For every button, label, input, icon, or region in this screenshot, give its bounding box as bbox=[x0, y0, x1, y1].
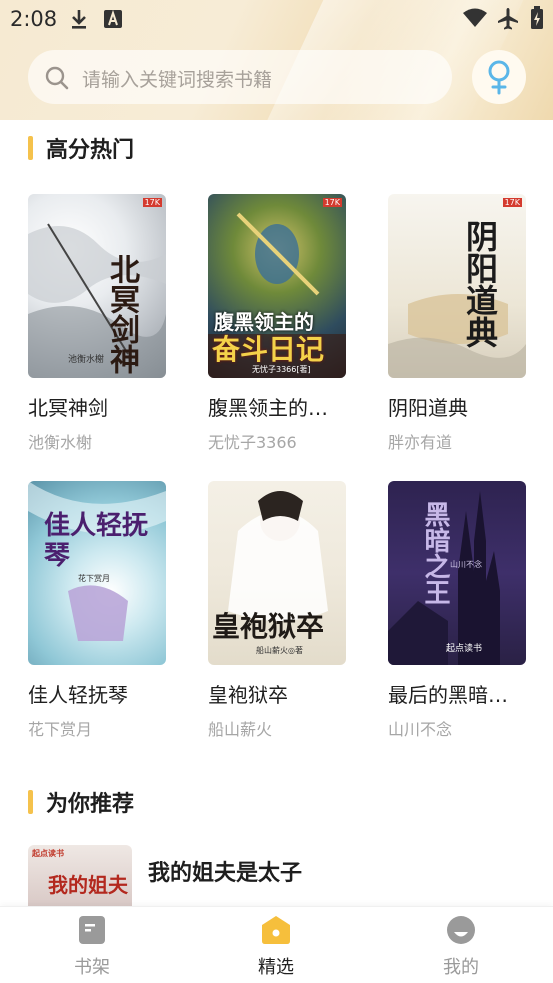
cover-title: 我的姐夫 bbox=[48, 873, 128, 897]
book-cover: 阴阳道典 17K bbox=[388, 194, 526, 378]
cover-title: 皇袍狱卒 bbox=[212, 610, 325, 643]
section-accent-bar bbox=[28, 136, 33, 160]
book-cover: 黑暗之王 山川不念 起点读书 bbox=[388, 481, 526, 665]
airplane-mode-icon bbox=[498, 8, 518, 30]
book-title: 北冥神剑 bbox=[28, 396, 108, 420]
book-title: 最后的黑暗… bbox=[388, 683, 508, 707]
nav-tab-bookshelf[interactable]: 书架 bbox=[32, 907, 152, 983]
search-placeholder: 请输入关键词搜索书籍 bbox=[82, 69, 273, 91]
cover-title: 阴阳道典 bbox=[461, 220, 499, 348]
book-author: 无忧子3366 bbox=[208, 433, 297, 452]
nav-tab-profile[interactable]: 我的 bbox=[401, 907, 521, 983]
cover-author: 山川不念 bbox=[450, 560, 482, 569]
book-author: 花下赏月 bbox=[28, 720, 93, 739]
female-icon bbox=[488, 60, 510, 95]
book-author: 池衡水榭 bbox=[28, 433, 93, 452]
cover-badge: 17K bbox=[322, 198, 342, 207]
book-cover: 皇袍狱卒 船山薪火◎著 bbox=[208, 481, 346, 665]
cover-title-bottom: 奋斗日记 bbox=[212, 333, 325, 366]
nav-label: 书架 bbox=[74, 957, 110, 978]
cover-author: 池衡水榭 bbox=[68, 355, 105, 365]
cover-brand: 起点读书 bbox=[32, 849, 64, 858]
status-time: 2:08 bbox=[10, 7, 58, 31]
cover-badge: 17K bbox=[142, 198, 162, 207]
section-accent-bar bbox=[28, 790, 33, 814]
book-title: 腹黑领主的… bbox=[208, 396, 328, 420]
status-bar: 2:08 bbox=[0, 0, 553, 38]
cover-author: 花下赏月 bbox=[78, 574, 110, 583]
cover-author: 船山薪火◎著 bbox=[256, 646, 303, 655]
book-cover: 佳人轻抚琴 花下赏月 bbox=[28, 481, 166, 665]
featured-icon bbox=[262, 916, 290, 944]
cover-badge: 17K bbox=[502, 198, 522, 207]
bottom-nav: 书架 精选 我的 bbox=[0, 906, 553, 983]
section-title-text: 为你推荐 bbox=[46, 792, 135, 817]
bookshelf-icon bbox=[79, 916, 105, 944]
cover-brand: 起点读书 bbox=[446, 644, 483, 654]
search-icon bbox=[45, 66, 69, 90]
nav-label: 我的 bbox=[443, 957, 479, 978]
header: 2:08 请输入关键词搜索书籍 bbox=[0, 0, 553, 120]
download-icon bbox=[72, 10, 86, 29]
book-author: 山川不念 bbox=[388, 720, 453, 739]
cover-author: 无忧子3366[著] bbox=[252, 365, 311, 374]
book-title: 皇袍狱卒 bbox=[208, 683, 288, 707]
wifi-icon bbox=[463, 8, 487, 27]
book-title: 阴阳道典 bbox=[388, 396, 468, 420]
cover-art bbox=[388, 491, 500, 665]
cover-title: 黑暗之王 bbox=[420, 501, 450, 605]
book-cover: 北冥剑神 池衡水榭 17K bbox=[28, 194, 166, 378]
book-author: 胖亦有道 bbox=[388, 433, 453, 452]
search-input[interactable]: 请输入关键词搜索书籍 bbox=[28, 50, 452, 104]
app-notification-icon bbox=[104, 10, 122, 28]
profile-icon bbox=[447, 916, 475, 944]
recommended-book-title[interactable]: 我的姐夫是太子 bbox=[148, 855, 302, 887]
recommended-book-cover[interactable]: 起点读书 我的姐夫 bbox=[28, 845, 132, 907]
section-title-text: 高分热门 bbox=[46, 138, 135, 163]
nav-label: 精选 bbox=[258, 957, 294, 978]
book-cover: 腹黑领主的 奋斗日记 无忧子3366[著] 17K bbox=[208, 194, 346, 378]
cover-title: 佳人轻抚琴 bbox=[44, 511, 149, 571]
battery-icon bbox=[531, 6, 543, 29]
book-title: 佳人轻抚琴 bbox=[28, 683, 128, 707]
book-author: 船山薪火 bbox=[208, 720, 273, 739]
nav-tab-featured[interactable]: 精选 bbox=[216, 907, 336, 983]
gender-toggle-button[interactable] bbox=[472, 50, 526, 104]
